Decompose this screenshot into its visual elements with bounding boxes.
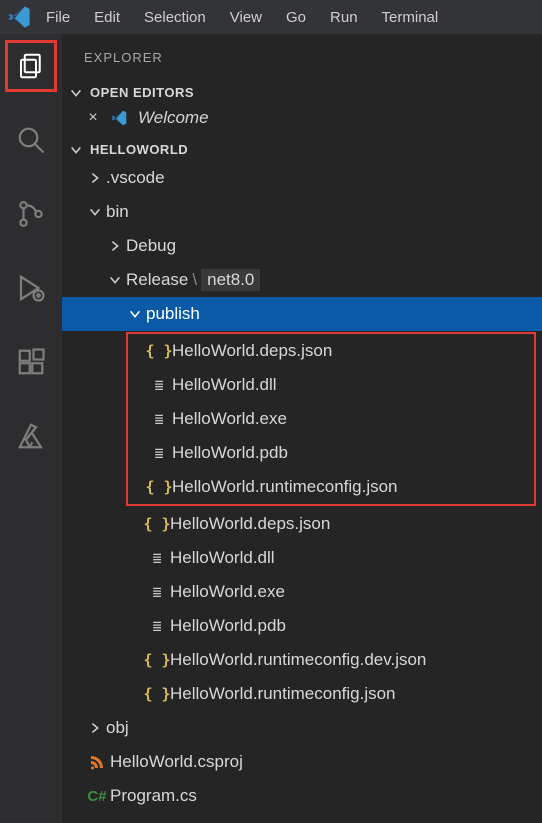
menu-file[interactable]: File <box>36 5 80 30</box>
file-label: HelloWorld.pdb <box>170 443 288 463</box>
vscode-logo-icon <box>6 4 32 30</box>
open-editor-entry[interactable]: × Welcome <box>62 104 542 138</box>
file-label: HelloWorld.deps.json <box>168 514 330 534</box>
file-row[interactable]: { }HelloWorld.deps.json <box>128 334 534 368</box>
file-label: HelloWorld.runtimeconfig.dev.json <box>168 650 426 670</box>
file-label: HelloWorld.deps.json <box>170 341 332 361</box>
extensions-icon[interactable] <box>5 336 57 388</box>
json-icon: { } <box>146 651 168 669</box>
close-icon[interactable]: × <box>84 109 102 127</box>
folder-label: .vscode <box>104 168 165 188</box>
binary-icon: ≣ <box>148 376 170 394</box>
file-row[interactable]: ≣HelloWorld.dll <box>128 368 534 402</box>
file-program[interactable]: C# Program.cs <box>62 779 542 813</box>
folder-label: Debug <box>124 236 176 256</box>
menu-bar: File Edit Selection View Go Run Terminal <box>0 0 542 34</box>
folder-label: Release <box>124 270 188 290</box>
workspace-label: HELLOWORLD <box>90 142 188 157</box>
chevron-right-icon <box>106 239 124 253</box>
binary-icon: ≣ <box>148 444 170 462</box>
folder-label: publish <box>144 304 200 324</box>
file-csproj[interactable]: HelloWorld.csproj <box>62 745 542 779</box>
file-row[interactable]: { }HelloWorld.runtimeconfig.json <box>62 677 542 711</box>
azure-icon[interactable] <box>5 410 57 462</box>
file-row[interactable]: ≣HelloWorld.exe <box>128 402 534 436</box>
file-label: HelloWorld.csproj <box>108 752 243 772</box>
folder-label: obj <box>104 718 129 738</box>
release-target: net8.0 <box>201 269 260 291</box>
json-icon: { } <box>148 478 170 496</box>
folder-label: bin <box>104 202 129 222</box>
folder-release[interactable]: Release \ net8.0 <box>62 263 542 297</box>
menu-go[interactable]: Go <box>276 5 316 30</box>
json-icon: { } <box>146 685 168 703</box>
file-tree: .vscode bin Debug Release \ net8.0 <box>62 161 542 813</box>
file-row[interactable]: ≣HelloWorld.dll <box>62 541 542 575</box>
run-debug-icon[interactable] <box>5 262 57 314</box>
file-row[interactable]: ≣HelloWorld.pdb <box>128 436 534 470</box>
file-label: HelloWorld.runtimeconfig.json <box>170 477 398 497</box>
explorer-sidebar: EXPLORER OPEN EDITORS × Welcome HELLOWOR… <box>62 34 542 823</box>
menu-run[interactable]: Run <box>320 5 368 30</box>
open-editors-header[interactable]: OPEN EDITORS <box>62 81 542 104</box>
binary-icon: ≣ <box>146 617 168 635</box>
file-row[interactable]: { }HelloWorld.runtimeconfig.json <box>128 470 534 504</box>
activity-bar <box>0 34 62 823</box>
open-editor-label: Welcome <box>138 108 209 128</box>
chevron-down-icon <box>68 86 84 100</box>
file-label: HelloWorld.runtimeconfig.json <box>168 684 396 704</box>
binary-icon: ≣ <box>148 410 170 428</box>
file-label: Program.cs <box>108 786 197 806</box>
folder-publish[interactable]: publish <box>62 297 542 331</box>
highlight-box: { }HelloWorld.deps.json ≣HelloWorld.dll … <box>126 332 536 506</box>
file-label: HelloWorld.dll <box>170 375 277 395</box>
xml-icon <box>86 754 108 770</box>
chevron-down-icon <box>126 307 144 321</box>
file-row[interactable]: { }HelloWorld.deps.json <box>62 507 542 541</box>
folder-obj[interactable]: obj <box>62 711 542 745</box>
path-separator: \ <box>188 270 199 290</box>
workspace-header[interactable]: HELLOWORLD <box>62 138 542 161</box>
json-icon: { } <box>146 515 168 533</box>
file-row[interactable]: ≣HelloWorld.exe <box>62 575 542 609</box>
open-editors-label: OPEN EDITORS <box>90 85 194 100</box>
folder-vscode[interactable]: .vscode <box>62 161 542 195</box>
menu-selection[interactable]: Selection <box>134 5 216 30</box>
binary-icon: ≣ <box>146 583 168 601</box>
source-control-icon[interactable] <box>5 188 57 240</box>
chevron-down-icon <box>68 143 84 157</box>
file-label: HelloWorld.exe <box>168 582 285 602</box>
chevron-down-icon <box>106 273 124 287</box>
menu-terminal[interactable]: Terminal <box>372 5 449 30</box>
file-label: HelloWorld.exe <box>170 409 287 429</box>
chevron-right-icon <box>86 171 104 185</box>
file-row[interactable]: ≣HelloWorld.pdb <box>62 609 542 643</box>
menu-view[interactable]: View <box>220 5 272 30</box>
folder-debug[interactable]: Debug <box>62 229 542 263</box>
sidebar-title: EXPLORER <box>62 42 542 81</box>
vscode-logo-icon <box>110 109 130 127</box>
file-label: HelloWorld.dll <box>168 548 275 568</box>
binary-icon: ≣ <box>146 549 168 567</box>
csharp-icon: C# <box>86 788 108 805</box>
file-row[interactable]: { }HelloWorld.runtimeconfig.dev.json <box>62 643 542 677</box>
file-label: HelloWorld.pdb <box>168 616 286 636</box>
chevron-down-icon <box>86 205 104 219</box>
chevron-right-icon <box>86 721 104 735</box>
search-icon[interactable] <box>5 114 57 166</box>
json-icon: { } <box>148 342 170 360</box>
menu-edit[interactable]: Edit <box>84 5 130 30</box>
folder-bin[interactable]: bin <box>62 195 542 229</box>
explorer-icon[interactable] <box>5 40 57 92</box>
